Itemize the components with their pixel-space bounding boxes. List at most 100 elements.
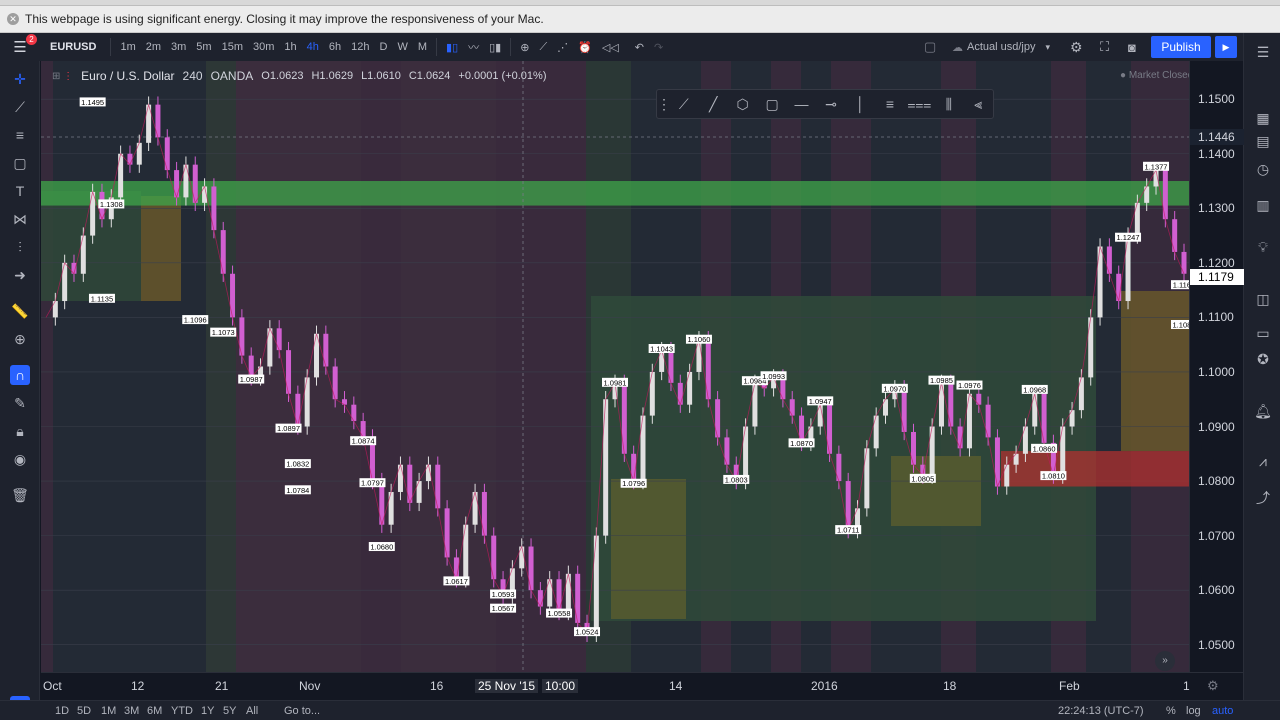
interval-4h[interactable]: 4h [302, 41, 324, 53]
auto-toggle[interactable]: auto [1212, 705, 1233, 717]
low-value: L1.0610 [361, 70, 401, 82]
layout-icon[interactable]: ▢ [924, 39, 936, 55]
interval-list: 1m 2m 3m 5m 15m 30m 1h 4h 6h 12h D W M [115, 41, 432, 53]
redo-icon[interactable]: ↷ [649, 41, 668, 54]
ideas-icon[interactable]: 💡︎ [1253, 237, 1273, 257]
symbol-search[interactable]: EURUSD [40, 41, 106, 53]
price-label-text: 1.0987 [240, 375, 263, 384]
interval-w[interactable]: W [392, 41, 412, 53]
price-axis[interactable]: 1.0500 1.0600 1.0700 1.0800 1.0900 1.1000 1.11… [1189, 61, 1244, 672]
fullscreen-icon[interactable]: ⛶ [1100, 39, 1109, 55]
range-1d[interactable]: 1D [55, 705, 69, 717]
data-window-icon[interactable]: ▥ [1253, 195, 1273, 215]
visibility-icon[interactable]: ◉ [10, 449, 30, 469]
hint-icon[interactable]: ✪ [1253, 349, 1273, 369]
bars-style-icon[interactable]: ▯▮ [484, 41, 506, 54]
source-label[interactable]: OANDA [211, 69, 254, 83]
chat-icon[interactable]: ◫ [1253, 289, 1273, 309]
price-tick: 1.0600 [1198, 583, 1235, 598]
legend-controls[interactable]: ⊞ ⋮ [52, 71, 73, 82]
publish-button[interactable]: Publish [1151, 36, 1211, 58]
goto-button[interactable]: Go to... [284, 705, 320, 717]
crosshair-icon[interactable]: ✛ [10, 69, 30, 89]
range-3m[interactable]: 3M [124, 705, 139, 717]
menu-icon[interactable]: ☰ 2 [0, 34, 40, 56]
text-icon[interactable]: T [10, 181, 30, 201]
calendar-icon[interactable]: ▦ [1253, 108, 1273, 128]
interval-m[interactable]: M [413, 41, 432, 53]
range-6m[interactable]: 6M [147, 705, 162, 717]
drag-handle-icon[interactable]: ⋮ [657, 96, 671, 113]
vline-icon[interactable]: │ [846, 96, 875, 112]
interval-2m[interactable]: 2m [141, 41, 166, 53]
watchlist-icon[interactable]: ☰ [1253, 42, 1273, 62]
gann-icon[interactable]: ⫷ [964, 96, 993, 113]
time-tick: 10:00 [542, 679, 579, 693]
horizontal-lines-icon[interactable]: ≡ [10, 125, 30, 145]
magnet-icon[interactable]: ∩ [10, 365, 30, 385]
fib-levels-icon[interactable]: ⫼ [934, 96, 963, 113]
range-all[interactable]: All [246, 705, 258, 717]
candles-icon[interactable]: ▮▯ [441, 41, 463, 54]
trading-icon[interactable]: ⩘ [1253, 451, 1273, 471]
notifications-icon[interactable]: 🔔︎ [1253, 401, 1273, 421]
axis-settings-icon[interactable]: ⚙ [1207, 678, 1219, 694]
undo-icon[interactable]: ↶ [630, 41, 649, 54]
range-1y[interactable]: 1Y [201, 705, 214, 717]
box-icon[interactable]: ▢ [757, 96, 786, 113]
brush-icon[interactable]: ⟋ [669, 96, 698, 113]
interval-5m[interactable]: 5m [191, 41, 216, 53]
price-chart[interactable]: 1.1495 1.1308 1.1135 1.1096 1.1073 1.0987 1.08… [41, 61, 1189, 672]
time-tick: 25 Nov '15 [475, 679, 538, 693]
chart-pane[interactable]: 1.1495 1.1308 1.1135 1.1096 1.1073 1.0987 1.08… [41, 61, 1189, 672]
lock-icon[interactable]: 🔒︎ [10, 421, 30, 441]
hline-icon[interactable]: — [787, 96, 816, 112]
interval-6h[interactable]: 6h [324, 41, 346, 53]
interval-1m[interactable]: 1m [115, 41, 140, 53]
zoom-icon[interactable]: ⊕ [10, 329, 30, 349]
arrow-icon[interactable]: ➜ [10, 265, 30, 285]
line-icon[interactable]: ╱ [698, 96, 727, 113]
percent-toggle[interactable]: % [1166, 705, 1176, 717]
trend-icon[interactable]: ⤴ [1253, 488, 1273, 508]
trend-line-icon[interactable]: ⟋ [10, 97, 30, 117]
interval-1h[interactable]: 1h [279, 41, 301, 53]
interval-12h[interactable]: 12h [346, 41, 374, 53]
interval-3m[interactable]: 3m [166, 41, 191, 53]
line-style-icon[interactable]: 〰 [463, 39, 484, 55]
price-label-text: 1.0860 [1033, 444, 1056, 453]
interval-15m[interactable]: 15m [217, 41, 248, 53]
indicators-icon[interactable]: ⟋ [534, 41, 552, 54]
news-icon[interactable]: ▤ [1253, 131, 1273, 151]
time-axis[interactable]: ⚙ Oct 12 21 Nov 16 25 Nov '15 10:00 14 2016 18 Feb… [41, 672, 1243, 700]
log-toggle[interactable]: log [1186, 705, 1201, 717]
replay-icon[interactable]: ◁◁ [597, 41, 624, 54]
compare-icon[interactable]: ⊕ [515, 41, 534, 54]
range-5y[interactable]: 5Y [223, 705, 236, 717]
hray-icon[interactable]: ⊸ [816, 96, 845, 113]
channel-icon[interactable]: ⩶ [905, 96, 934, 113]
play-icon[interactable]: ▶ [1215, 36, 1237, 58]
compare-symbol[interactable]: ☁ Actual usd/jpy ▾ [952, 41, 1050, 54]
shape-icon[interactable]: ⬡ [728, 96, 757, 113]
chat-bubble-icon[interactable]: ▭ [1253, 323, 1273, 343]
alert-icon[interactable]: ⏰ [573, 41, 597, 54]
stay-drawing-icon[interactable]: ✎ [10, 393, 30, 413]
strategies-icon[interactable]: ⋰ [552, 41, 573, 54]
range-ytd[interactable]: YTD [171, 705, 193, 717]
interval-30m[interactable]: 30m [248, 41, 279, 53]
scroll-to-realtime-button[interactable]: » [1155, 651, 1175, 671]
rectangle-icon[interactable]: ▢ [10, 153, 30, 173]
settings-icon[interactable]: ⚙ [1070, 39, 1083, 56]
parallel-icon[interactable]: ≡ [875, 96, 904, 112]
range-5d[interactable]: 5D [77, 705, 91, 717]
interval-d[interactable]: D [375, 41, 393, 53]
clock-icon[interactable]: ◷ [1253, 159, 1273, 179]
ruler-icon[interactable]: 📏 [10, 301, 30, 321]
fib-icon[interactable]: ⫶ [10, 237, 30, 257]
range-1m[interactable]: 1M [101, 705, 116, 717]
snapshot-icon[interactable]: ◙ [1128, 40, 1136, 55]
pattern-icon[interactable]: ⋈ [10, 209, 30, 229]
close-icon[interactable]: ✕ [7, 13, 19, 25]
trash-icon[interactable]: 🗑︎ [10, 485, 30, 505]
